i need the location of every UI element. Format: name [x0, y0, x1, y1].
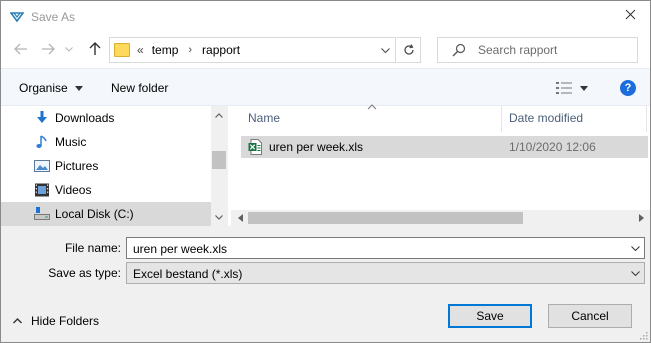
arrow-left-icon	[14, 43, 27, 55]
title-bar: Save As	[1, 1, 650, 32]
drive-icon	[34, 207, 50, 220]
nav-item-downloads[interactable]: Downloads	[1, 106, 211, 130]
nav-item-local-disk[interactable]: Local Disk (C:)	[1, 202, 211, 226]
navigation-vertical-scrollbar[interactable]	[211, 106, 227, 226]
scroll-left-button[interactable]	[232, 211, 248, 225]
chevron-up-icon	[13, 318, 22, 324]
window-title: Save As	[31, 10, 76, 24]
chevron-up-icon	[215, 112, 223, 118]
caret-left-icon	[237, 214, 243, 222]
column-divider[interactable]	[501, 106, 502, 132]
command-toolbar: Organise New folder ?	[1, 68, 650, 106]
forward-button[interactable]	[37, 38, 59, 60]
folder-icon	[114, 43, 130, 57]
pictures-icon	[34, 160, 50, 172]
navigation-pane: Downloads Music Pictures Videos Local Di…	[1, 106, 227, 226]
breadcrumb-rapport[interactable]: rapport	[202, 43, 240, 57]
search-input[interactable]: Search rapport	[478, 43, 557, 57]
new-folder-button[interactable]: New folder	[111, 81, 168, 95]
column-header-date-modified[interactable]: Date modified	[509, 106, 583, 132]
refresh-icon	[403, 44, 414, 55]
cancel-button[interactable]: Cancel	[548, 304, 632, 328]
recent-locations-button[interactable]	[63, 38, 75, 60]
nav-item-label: Local Disk (C:)	[55, 207, 134, 221]
file-name: uren per week.xls	[269, 140, 364, 154]
save-as-dialog: Save As « temp › rapport Search rapport …	[0, 0, 651, 343]
close-button[interactable]	[616, 4, 644, 28]
chevron-down-icon	[65, 46, 73, 52]
file-list: Name Date modified uren per week.xls 1/1…	[231, 104, 650, 226]
save-options-panel: File name: uren per week.xls Save as typ…	[1, 226, 650, 342]
chevron-down-icon	[630, 270, 640, 276]
nav-item-label: Downloads	[55, 111, 115, 125]
file-date-modified: 1/10/2020 12:06	[509, 140, 596, 154]
nav-item-label: Music	[55, 135, 87, 149]
nav-item-label: Videos	[55, 183, 92, 197]
excel-file-icon	[248, 139, 262, 155]
address-bar[interactable]: « temp › rapport	[109, 37, 396, 63]
back-button[interactable]	[10, 38, 32, 60]
organise-button[interactable]: Organise	[19, 81, 84, 95]
details-view-icon	[556, 82, 572, 94]
file-list-horizontal-scrollbar[interactable]	[231, 210, 650, 226]
scroll-down-button[interactable]	[211, 210, 227, 224]
file-name-field[interactable]: uren per week.xls	[126, 237, 645, 259]
file-name-label: File name:	[64, 241, 121, 255]
caret-down-icon	[580, 85, 588, 91]
change-view-button[interactable]	[556, 81, 590, 95]
chevron-down-icon	[380, 47, 390, 53]
breadcrumb-temp[interactable]: temp	[152, 43, 179, 57]
app-icon	[10, 12, 24, 23]
scroll-thumb[interactable]	[212, 151, 226, 169]
refresh-button[interactable]	[397, 37, 421, 63]
resize-grip-icon[interactable]	[638, 330, 648, 340]
scroll-up-button[interactable]	[211, 108, 227, 122]
save-type-select[interactable]: Excel bestand (*.xls)	[126, 262, 645, 284]
column-divider[interactable]	[646, 106, 647, 132]
sort-ascending-icon	[367, 104, 377, 110]
scroll-right-button[interactable]	[633, 211, 649, 225]
close-icon	[625, 9, 635, 20]
hide-folders-label: Hide Folders	[31, 314, 100, 328]
nav-item-videos[interactable]: Videos	[1, 178, 211, 202]
file-name-dropdown-button[interactable]	[628, 241, 642, 255]
breadcrumb-overflow[interactable]: «	[137, 43, 144, 57]
videos-icon	[35, 183, 49, 197]
save-type-value: Excel bestand (*.xls)	[133, 267, 243, 281]
caret-right-icon	[638, 214, 644, 222]
music-icon	[36, 135, 47, 148]
search-icon	[452, 43, 466, 57]
arrow-up-icon	[89, 42, 101, 55]
caret-down-icon	[75, 86, 84, 92]
chevron-down-icon	[215, 214, 223, 220]
nav-item-label: Pictures	[55, 159, 99, 173]
arrow-right-icon	[42, 43, 55, 55]
column-header-name[interactable]: Name	[248, 106, 280, 132]
up-button[interactable]	[84, 38, 106, 60]
save-type-label: Save as type:	[48, 266, 121, 280]
breadcrumb-separator-icon[interactable]: ›	[188, 44, 192, 56]
address-dropdown-button[interactable]	[378, 43, 392, 57]
nav-item-pictures[interactable]: Pictures	[1, 154, 211, 178]
nav-item-music[interactable]: Music	[1, 130, 211, 154]
help-button[interactable]: ?	[620, 80, 636, 96]
download-icon	[37, 111, 47, 123]
save-type-dropdown-button[interactable]	[628, 266, 642, 280]
search-box[interactable]: Search rapport	[437, 37, 638, 63]
save-button[interactable]: Save	[448, 304, 532, 328]
file-row[interactable]: uren per week.xls 1/10/2020 12:06	[241, 136, 648, 158]
navigation-bar: « temp › rapport Search rapport	[1, 32, 650, 68]
organise-label: Organise	[19, 81, 68, 95]
hide-folders-button[interactable]: Hide Folders	[13, 314, 99, 328]
file-name-value[interactable]: uren per week.xls	[133, 242, 227, 256]
chevron-down-icon	[630, 245, 640, 251]
scroll-thumb[interactable]	[248, 212, 523, 224]
